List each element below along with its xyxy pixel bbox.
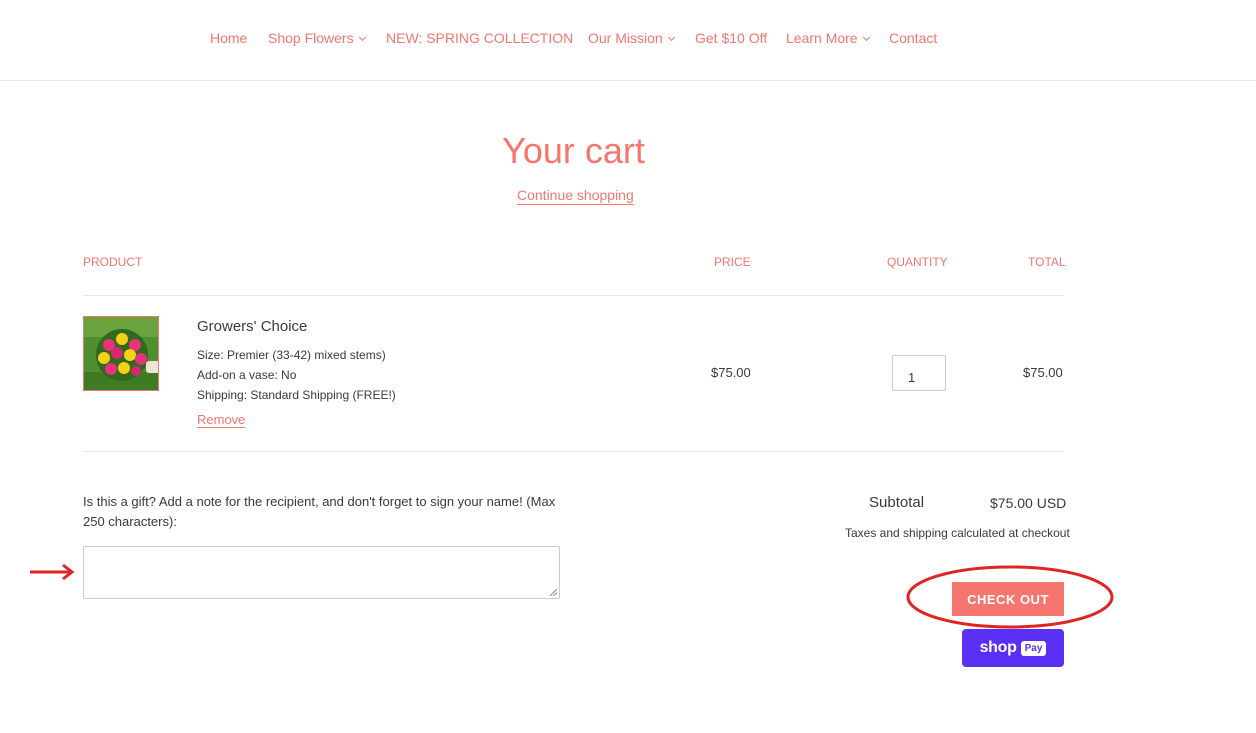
subtotal-label: Subtotal	[869, 494, 925, 511]
product-name[interactable]: Growers' Choice	[197, 318, 307, 335]
nav-learn-more-label: Learn More	[786, 30, 858, 46]
nav-contact[interactable]: Contact	[889, 30, 937, 46]
tax-note: Taxes and shipping calculated at checkou…	[845, 526, 1070, 540]
header-product: PRODUCT	[83, 255, 143, 269]
product-image[interactable]	[83, 316, 159, 391]
gift-note-label: Is this a gift? Add a note for the recip…	[83, 494, 556, 529]
top-nav: Home Shop Flowers NEW: SPRING COLLECTION…	[0, 0, 1256, 81]
product-option-vase: Add-on a vase: No	[197, 368, 297, 382]
annotation-circle-icon	[906, 565, 1114, 629]
page-title: Your cart	[502, 130, 645, 171]
item-price: $75.00	[711, 365, 751, 380]
nav-shop-flowers-label: Shop Flowers	[268, 30, 354, 46]
nav-learn-more[interactable]: Learn More	[786, 30, 870, 46]
nav-home[interactable]: Home	[210, 30, 247, 46]
chevron-down-icon	[358, 33, 366, 42]
header-price: PRICE	[714, 255, 751, 269]
product-option-size: Size: Premier (33-42) mixed stems)	[197, 348, 386, 362]
shop-pay-badge: Pay	[1020, 640, 1047, 656]
nav-home-label: Home	[210, 30, 248, 46]
header-quantity: QUANTITY	[887, 255, 948, 269]
bouquet-image-icon	[84, 317, 158, 390]
resize-grip-icon[interactable]	[550, 589, 557, 596]
nav-our-mission[interactable]: Our Mission	[588, 30, 675, 46]
annotation-arrow-icon	[30, 563, 75, 581]
subtotal-value: $75.00 USD	[990, 495, 1067, 511]
nav-contact-label: Contact	[889, 30, 938, 46]
shop-pay-button[interactable]: shop Pay	[962, 629, 1064, 667]
divider	[83, 295, 1064, 296]
header-total: TOTAL	[1028, 255, 1066, 269]
nav-get-10-off-label: Get $10 Off	[695, 30, 768, 46]
divider	[83, 451, 1064, 452]
nav-our-mission-label: Our Mission	[588, 30, 663, 46]
chevron-down-icon	[862, 33, 870, 42]
product-option-shipping: Shipping: Standard Shipping (FREE!)	[197, 388, 396, 402]
nav-spring-collection-label: NEW: SPRING COLLECTION	[386, 30, 574, 46]
nav-spring-collection[interactable]: NEW: SPRING COLLECTION	[386, 30, 573, 46]
quantity-input[interactable]	[892, 355, 946, 391]
chevron-down-icon	[667, 33, 675, 42]
item-line-total: $75.00	[1023, 365, 1063, 380]
nav-shop-flowers[interactable]: Shop Flowers	[268, 30, 366, 46]
continue-shopping-link[interactable]: Continue shopping	[517, 187, 634, 205]
nav-get-10-off[interactable]: Get $10 Off	[695, 30, 767, 46]
gift-note-textarea[interactable]	[83, 546, 560, 599]
remove-item-link[interactable]: Remove	[197, 412, 246, 428]
shop-pay-word: shop	[979, 639, 1017, 656]
